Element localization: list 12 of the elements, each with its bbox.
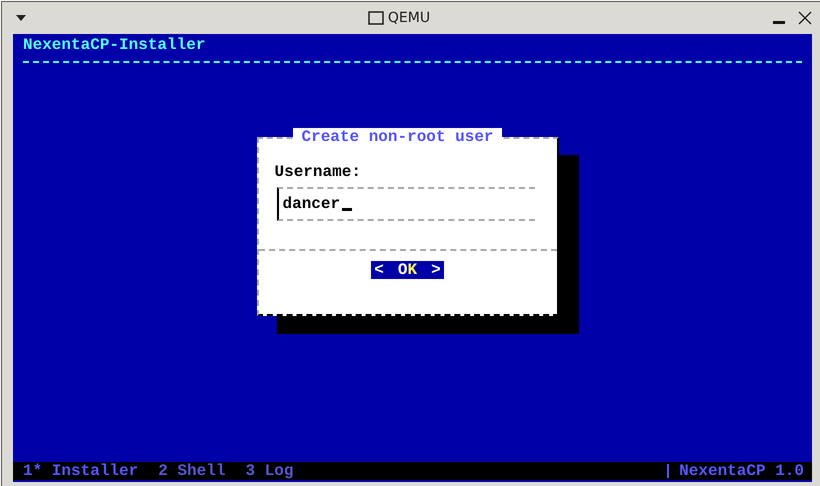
username-field[interactable]: dancer (276, 187, 534, 221)
dropdown-icon[interactable] (16, 15, 26, 21)
version-label: NexentaCP 1.0 (667, 464, 804, 478)
installer-title: NexentaCP-Installer (23, 36, 206, 54)
field-label: Username: (274, 163, 362, 181)
console-tab[interactable]: 1* Installer (23, 462, 138, 480)
close-icon[interactable] (798, 11, 812, 25)
ok-button[interactable]: < OK > (371, 261, 444, 279)
window-icon (368, 11, 384, 25)
console-tab[interactable]: 3 Log (245, 462, 294, 480)
console-tab[interactable]: 2 Shell (158, 462, 226, 480)
window-title: QEMU (388, 10, 430, 26)
